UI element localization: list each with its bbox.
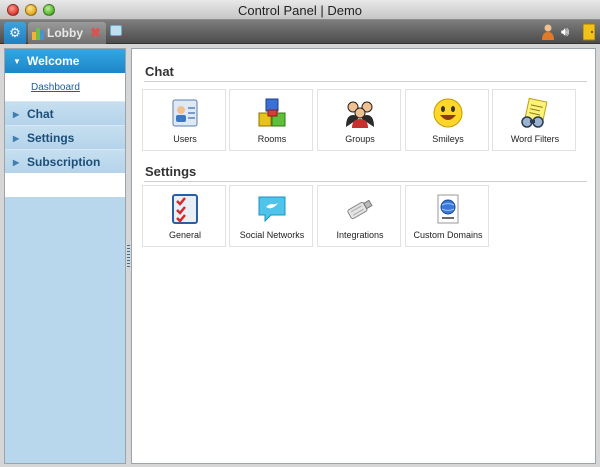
window-title: Control Panel | Demo <box>237 3 363 18</box>
tile-label: Rooms <box>257 134 287 144</box>
chat-bubble-icon[interactable] <box>110 25 122 36</box>
tile-rooms[interactable]: Rooms <box>229 89 313 151</box>
title-bar: Control Panel | Demo <box>0 0 600 20</box>
sidebar-item-label: Settings <box>27 131 75 145</box>
close-tab-icon[interactable]: ✖ <box>90 25 101 41</box>
sidebar-item-subscription[interactable]: ▶ Subscription <box>5 149 125 173</box>
app-window: Control Panel | Demo ⚙ Lobby ✖ 🔊︎ ▼ Welco… <box>0 0 600 467</box>
user-status-icon[interactable] <box>541 23 555 41</box>
word-filters-icon <box>521 97 548 128</box>
tile-label: Users <box>173 134 197 144</box>
tile-label: Smileys <box>432 134 464 144</box>
sidebar-subitem-dashboard: Dashboard <box>5 73 125 101</box>
sidebar-item-settings[interactable]: ▶ Settings <box>5 125 125 149</box>
chevron-right-icon: ▶ <box>13 158 20 167</box>
section-divider <box>144 81 587 82</box>
chevron-right-icon: ▶ <box>13 134 20 143</box>
tile-label: Integrations <box>336 230 384 240</box>
exit-icon[interactable] <box>583 23 595 41</box>
groups-icon <box>346 101 374 128</box>
smileys-icon <box>433 98 463 128</box>
splitter-handle[interactable] <box>127 245 130 269</box>
chevron-right-icon: ▶ <box>13 110 20 119</box>
rooms-icon <box>258 98 286 127</box>
tile-word-filters[interactable]: Word Filters <box>492 89 576 151</box>
tile-custom-domains[interactable]: Custom Domains <box>405 185 489 247</box>
integrations-icon <box>347 199 373 220</box>
social-networks-icon <box>258 196 286 223</box>
sidebar-item-label: Subscription <box>27 155 101 169</box>
sidebar-item-chat[interactable]: ▶ Chat <box>5 101 125 125</box>
sidebar: ▼ Welcome Dashboard ▶ Chat ▶ Settings ▶ Subs… <box>4 48 126 464</box>
tile-label: General <box>168 230 202 240</box>
tile-label: Groups <box>345 134 375 144</box>
tile-general[interactable]: General <box>142 185 226 247</box>
tile-label: Word Filters <box>510 134 560 144</box>
tile-label: Custom Domains <box>413 230 483 240</box>
sidebar-item-welcome[interactable]: ▼ Welcome <box>5 49 125 73</box>
sidebar-item-label: Welcome <box>27 54 80 68</box>
toolbar: ⚙ Lobby ✖ 🔊︎ <box>0 20 600 44</box>
tab-lobby[interactable]: Lobby ✖ <box>28 22 106 44</box>
speaker-icon[interactable]: 🔊︎ <box>561 23 577 41</box>
custom-domains-icon <box>437 194 459 224</box>
chevron-down-icon: ▼ <box>13 57 21 66</box>
main-panel: Chat Users Rooms Groups Smileys Word Fil… <box>131 48 596 464</box>
tile-users[interactable]: Users <box>142 89 226 151</box>
lobby-icon <box>32 28 44 40</box>
tile-social-networks[interactable]: Social Networks <box>229 185 313 247</box>
tile-label: Social Networks <box>239 230 305 240</box>
users-icon <box>172 99 198 127</box>
section-divider <box>144 181 587 182</box>
section-title-chat: Chat <box>145 64 174 79</box>
section-title-settings: Settings <box>145 164 197 179</box>
tab-lobby-label: Lobby <box>47 26 83 40</box>
tile-groups[interactable]: Groups <box>317 89 401 151</box>
tile-smileys[interactable]: Smileys <box>405 89 489 151</box>
gear-icon[interactable]: ⚙ <box>4 22 26 44</box>
general-icon <box>172 194 198 224</box>
tile-integrations[interactable]: Integrations <box>317 185 401 247</box>
sidebar-background <box>5 197 125 463</box>
dashboard-link[interactable]: Dashboard <box>31 82 80 93</box>
sidebar-item-label: Chat <box>27 107 54 121</box>
